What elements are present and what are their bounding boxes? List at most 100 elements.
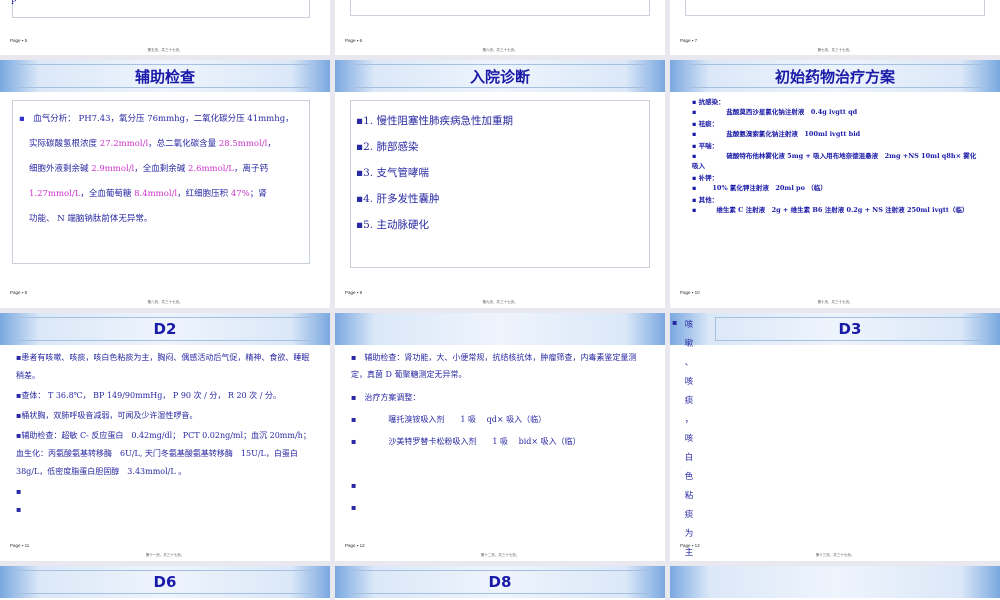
text-paragraph: ▪ 噻托溴铵吸入剂 1 吸 qd× 吸入（临）: [351, 415, 547, 424]
value-highlight: 2.9mmol/l: [91, 164, 135, 174]
content-box: ▪1. 慢性阻塞性肺疾病急性加重期 ▪2. 肺部感染 ▪3. 支气管哮喘 ▪4.…: [350, 100, 650, 268]
char: 白: [684, 453, 694, 463]
slide-d8[interactable]: D8: [335, 566, 665, 600]
slide-page-13[interactable]: D3 ▪ 咳 嗽 、 咳 痰 ， 咳 白 色 粘 痰 为 主 ， Page ▪ …: [670, 313, 1000, 561]
diagnosis-item: ▪1. 慢性阻塞性肺疾病急性加重期: [356, 115, 513, 127]
slide-page-9[interactable]: 入院诊断 ▪1. 慢性阻塞性肺疾病急性加重期 ▪2. 肺部感染 ▪3. 支气管哮…: [335, 60, 665, 308]
slide-page-7[interactable]: Page ▪ 7 第七页，共三十七页。: [670, 0, 1000, 55]
char: 咳: [684, 434, 694, 444]
text-span: ，离子钙: [233, 164, 268, 174]
diagnosis-item: ▪5. 主动脉硬化: [356, 219, 429, 231]
page-number: Page ▪ 5: [10, 38, 28, 43]
slide-title: 入院诊断: [350, 64, 650, 88]
value-highlight: 2.6mmol/L: [187, 164, 234, 174]
title-bar: D8: [335, 566, 665, 598]
slide-footer: 第十页，共三十七页。: [817, 300, 853, 304]
char: 痰: [684, 396, 694, 406]
treatment-item: ▪ 10% 氯化钾注射液 20ml po （临）: [692, 183, 982, 193]
drug-text: 维生素 C 注射液 2g + 维生素 B6 注射液 0.2g + NS 注射液 …: [716, 206, 969, 214]
diagnosis-item: ▪3. 支气管哮喘: [356, 167, 429, 179]
char: 嗽: [684, 339, 694, 349]
char: ，: [684, 415, 694, 425]
text-span: 功能、 N 端脑钠肽前体无异常。: [29, 214, 153, 224]
vertical-text: 咳 嗽 、 咳 痰 ， 咳 白 色 粘 痰 为 主 ，: [683, 316, 695, 561]
drug-text: 盐酸莫西沙星氯化钠注射液 0.4g ivgtt qd: [726, 108, 858, 116]
char: 主: [684, 548, 694, 558]
text-paragraph: ▪桶状胸，双肺呼吸音减弱，可闻及少许湿性啰音。: [16, 411, 198, 420]
title-bar: 入院诊断: [335, 60, 665, 92]
bullet: ▪: [672, 318, 678, 327]
slide-title: D3: [715, 317, 985, 341]
slide-footer: 第九页，共三十七页。: [482, 300, 518, 304]
text-line: 1.27mmol/L，全血葡萄糖 8.4mmol/l，红细胞压积 47%；肾: [19, 182, 301, 207]
treatment-item: ▪ 硫酸特布他林雾化液 5mg + 吸入用布地奈德混悬液 2mg +NS 10ml…: [692, 151, 982, 171]
page-number: Page ▪ 9: [345, 290, 363, 295]
content-box: [12, 0, 310, 18]
text-paragraph: ▪ 治疗方案调整：: [351, 393, 421, 402]
text-paragraph: ▪ 沙美特罗替卡松粉吸入剂 1 吸 bid× 吸入（临）: [351, 437, 581, 446]
text-line: 功能、 N 端脑钠肽前体无异常。: [19, 207, 301, 232]
slide-page-11[interactable]: D2 ▪患者有咳嗽、咳痰，咳白色粘痰为主，胸闷、偶感活动后气促，精神、食欲、睡眠…: [0, 313, 330, 561]
slide-d6[interactable]: D6: [0, 566, 330, 600]
section-heading: ▪ 祛痰：: [692, 120, 719, 128]
content-box: [685, 0, 985, 16]
drug-text: 盐酸氨溴索氯化钠注射液 100ml ivgtt bid: [726, 130, 861, 138]
slide-footer: 第十二页，共三十七页。: [480, 553, 520, 557]
diagnosis-item: ▪4. 肝多发性囊肿: [356, 193, 440, 205]
content-box: ▪ 血气分析： PH7.43，氧分压 76mmhg，二氧化碳分压 41mmhg，…: [12, 100, 310, 264]
page-number: Page ▪ 11: [10, 543, 30, 548]
content-box: [350, 0, 650, 16]
section-heading: ▪ 抗感染：: [692, 98, 725, 106]
text-line: ▪ 血气分析： PH7.43，氧分压 76mmhg，二氧化碳分压 41mmhg，: [19, 107, 301, 132]
value-highlight: 8.4mmol/l: [134, 189, 178, 199]
text-span: ，全血剩余碱: [134, 164, 188, 174]
title-bar: D3: [670, 313, 1000, 345]
title-bar: [670, 566, 1000, 598]
treatment-list: ▪ 抗感染： ▪ 盐酸莫西沙星氯化钠注射液 0.4g ivgtt qd ▪ 祛痰：…: [692, 95, 982, 215]
slide-blank[interactable]: [670, 566, 1000, 600]
value-highlight: 28.5mmol/l: [218, 139, 268, 149]
char: 色: [684, 472, 694, 482]
char: 、: [684, 358, 694, 368]
slide-page-10[interactable]: 初始药物治疗方案 ▪ 抗感染： ▪ 盐酸莫西沙星氯化钠注射液 0.4g ivgtt…: [670, 60, 1000, 308]
empty-bullet: ▪: [351, 481, 357, 490]
text-paragraph: ▪辅助检查：超敏 C- 反应蛋白 0.42mg/dl； PCT 0.02ng/m…: [16, 431, 311, 476]
title-bar: D2: [0, 313, 330, 345]
slide-page-12[interactable]: ▪ 辅助检查：肾功能，大、小便常规，抗结核抗体，肿瘤筛查，内毒素鉴定量测定，真菌…: [335, 313, 665, 561]
title-bar: [335, 313, 665, 345]
slide-page-5[interactable]: P Page ▪ 5 第五页，共三十七页。: [0, 0, 330, 55]
slide-page-8[interactable]: 辅助检查 ▪ 血气分析： PH7.43，氧分压 76mmhg，二氧化碳分压 41…: [0, 60, 330, 308]
treatment-item: ▪ 维生素 C 注射液 2g + 维生素 B6 注射液 0.2g + NS 注射液…: [692, 205, 982, 215]
content-text: ▪ 辅助检查：肾功能，大、小便常规，抗结核抗体，肿瘤筛查，内毒素鉴定量测定，真菌…: [351, 349, 647, 519]
title-bar: 初始药物治疗方案: [670, 60, 1000, 92]
bullet: ▪: [19, 114, 25, 124]
slide-page-6[interactable]: Page ▪ 6 第六页，共三十七页。: [335, 0, 665, 55]
empty-bullet: ▪: [16, 487, 22, 496]
text-span: 细胞外液剩余碱: [29, 164, 92, 174]
section-heading: ▪ 补钾：: [692, 174, 719, 182]
treatment-item: ▪ 盐酸氨溴索氯化钠注射液 100ml ivgtt bid: [692, 129, 982, 139]
content-text: ▪患者有咳嗽、咳痰，咳白色粘痰为主，胸闷、偶感活动后气促，精神、食欲、睡眠稍差。…: [16, 349, 312, 519]
text-fragment: P: [11, 0, 17, 6]
value-highlight: 1.27mmol/L: [29, 189, 81, 199]
title-bar: D6: [0, 566, 330, 598]
text-span: ，红细胞压积: [177, 189, 231, 199]
slide-title: D2: [15, 317, 315, 341]
char: 粘: [684, 491, 694, 501]
text-span: 实际碳酸氢根浓度: [29, 139, 100, 149]
drug-text: 硫酸特布他林雾化液 5mg + 吸入用布地奈德混悬液 2mg +NS 10ml …: [692, 152, 977, 170]
diagnosis-item: ▪2. 肺部感染: [356, 141, 419, 153]
slide-footer: 第十三页，共三十七页。: [815, 553, 855, 557]
slide-title: 初始药物治疗方案: [685, 64, 985, 88]
empty-bullet: ▪: [351, 503, 357, 512]
slide-footer: 第八页，共三十七页。: [147, 300, 183, 304]
text-span: ；肾: [249, 189, 267, 199]
text-paragraph: ▪ 辅助检查：肾功能，大、小便常规，抗结核抗体，肿瘤筛查，内毒素鉴定量测定，真菌…: [351, 353, 637, 379]
treatment-item: ▪ 盐酸莫西沙星氯化钠注射液 0.4g ivgtt qd: [692, 107, 982, 117]
section-heading: ▪ 平喘：: [692, 142, 719, 150]
page-number: Page ▪ 8: [10, 290, 28, 295]
text-span: 血气分析： PH7.43，氧分压 76mmhg，二氧化碳分压 41mmhg，: [33, 114, 294, 124]
text-paragraph: ▪患者有咳嗽、咳痰，咳白色粘痰为主，胸闷、偶感活动后气促，精神、食欲、睡眠稍差。: [16, 353, 310, 380]
text-line: 细胞外液剩余碱 2.9mmol/l，全血剩余碱 2.6mmol/L，离子钙: [19, 157, 301, 182]
char: 痰: [684, 510, 694, 520]
